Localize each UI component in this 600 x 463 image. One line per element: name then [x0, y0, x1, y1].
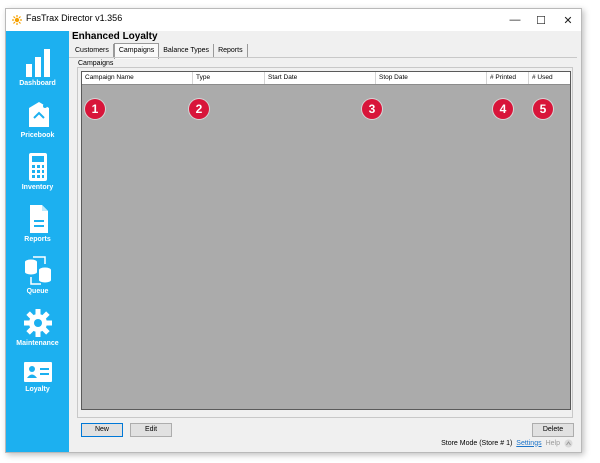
settings-link[interactable]: Settings: [516, 440, 541, 447]
tab-reports[interactable]: Reports: [214, 44, 248, 57]
maximize-button[interactable]: ☐: [527, 9, 555, 31]
delete-button[interactable]: Delete: [532, 423, 574, 437]
edit-button[interactable]: Edit: [130, 423, 172, 437]
group-label: Campaigns: [78, 60, 114, 67]
marker-badge-3: 3: [362, 99, 382, 119]
sidebar-item-label: Loyalty: [25, 386, 50, 393]
title-bar: FasTrax Director v1.356 — ☐ ✕: [6, 9, 581, 31]
sidebar-item-label: Queue: [26, 288, 49, 295]
app-window: FasTrax Director v1.356 — ☐ ✕ Dashboard …: [5, 8, 582, 453]
sidebar: Dashboard Pricebook Inventory Reports Qu…: [6, 31, 69, 452]
tab-divider: [69, 57, 577, 58]
column-used[interactable]: # Used: [529, 72, 570, 84]
gear-icon: [23, 309, 52, 337]
resize-grip-icon[interactable]: [564, 439, 573, 448]
marker-badge-5: 5: [533, 99, 553, 119]
tab-strip: Customers Campaigns Balance Types Report…: [71, 43, 248, 59]
marker-badge-4: 4: [493, 99, 513, 119]
tab-balance-types[interactable]: Balance Types: [159, 44, 215, 57]
campaigns-table[interactable]: Campaign Name Type Start Date Stop Date …: [81, 71, 571, 410]
status-bar: Store Mode (Store # 1) Settings Help: [441, 438, 573, 448]
app-logo-icon: [12, 15, 22, 25]
column-start-date[interactable]: Start Date: [265, 72, 376, 84]
minimize-button[interactable]: —: [501, 9, 529, 31]
marker-badge-1: 1: [85, 99, 105, 119]
store-mode-status: Store Mode (Store # 1): [441, 439, 513, 447]
sidebar-item-label: Dashboard: [19, 80, 56, 87]
database-sync-icon: [24, 256, 51, 285]
window-title: FasTrax Director v1.356: [26, 13, 123, 23]
column-stop-date[interactable]: Stop Date: [376, 72, 487, 84]
column-campaign-name[interactable]: Campaign Name: [82, 72, 193, 84]
sidebar-item-dashboard[interactable]: Dashboard: [6, 45, 69, 95]
sidebar-item-pricebook[interactable]: Pricebook: [6, 97, 69, 147]
close-button[interactable]: ✕: [554, 9, 582, 31]
sidebar-item-reports[interactable]: Reports: [6, 201, 69, 251]
marker-badge-2: 2: [189, 99, 209, 119]
help-link[interactable]: Help: [546, 440, 560, 447]
sidebar-item-label: Reports: [24, 236, 51, 243]
report-document-icon: [29, 205, 48, 233]
column-printed[interactable]: # Printed: [487, 72, 529, 84]
sidebar-item-label: Maintenance: [16, 340, 59, 347]
page-title: Enhanced Loyalty: [72, 31, 158, 42]
table-header: Campaign Name Type Start Date Stop Date …: [82, 72, 570, 85]
price-tag-icon: [28, 102, 49, 127]
sidebar-item-loyalty[interactable]: Loyalty: [6, 357, 69, 407]
new-button[interactable]: New: [81, 423, 123, 437]
column-type[interactable]: Type: [193, 72, 265, 84]
main-panel: Enhanced Loyalty Customers Campaigns Bal…: [69, 31, 581, 452]
sidebar-item-maintenance[interactable]: Maintenance: [6, 305, 69, 355]
tab-customers[interactable]: Customers: [71, 44, 114, 57]
sidebar-item-inventory[interactable]: Inventory: [6, 149, 69, 199]
calculator-icon: [28, 153, 47, 181]
id-card-icon: [23, 362, 52, 382]
sidebar-item-label: Pricebook: [20, 132, 55, 139]
sidebar-item-queue[interactable]: Queue: [6, 253, 69, 303]
sidebar-item-label: Inventory: [21, 184, 54, 191]
bar-chart-icon: [25, 49, 50, 77]
